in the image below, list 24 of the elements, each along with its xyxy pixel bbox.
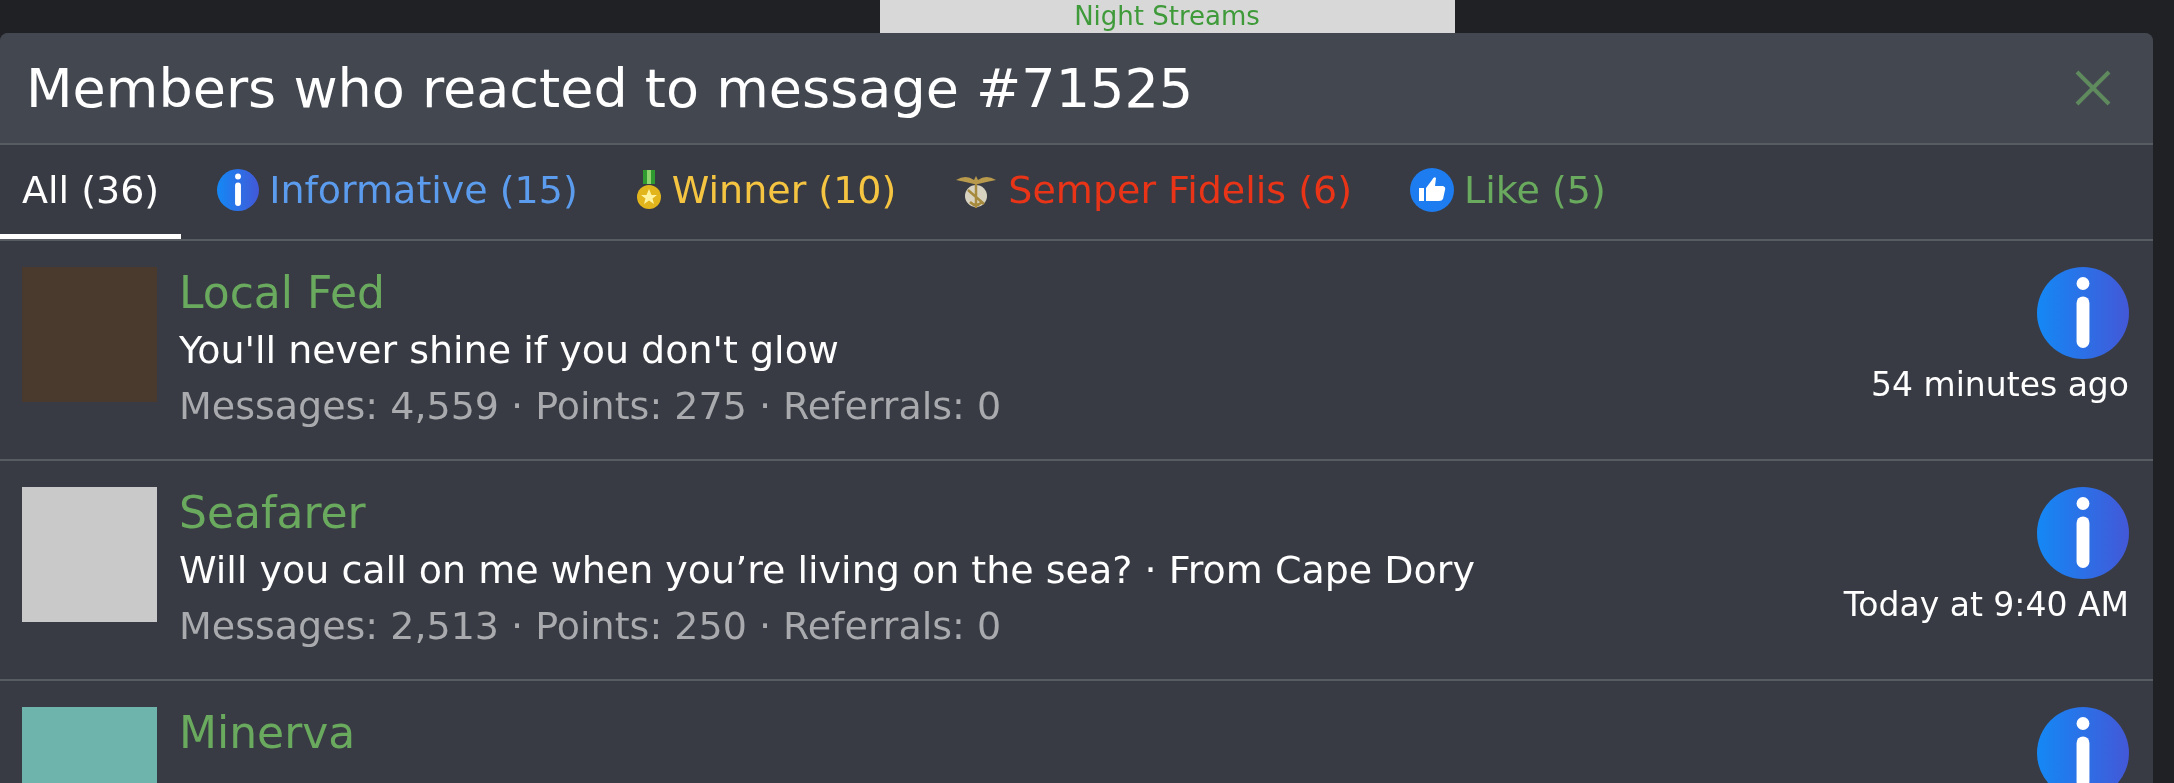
member-name-link[interactable]: Minerva — [179, 707, 356, 759]
reaction-time: Today at 9:40 AM — [1843, 585, 2129, 624]
dialog-title: Members who reacted to message #71525 — [26, 56, 1194, 120]
member-name-link[interactable]: Seafarer — [179, 487, 366, 539]
reaction-tab[interactable]: Like (5) — [1388, 145, 1628, 239]
reaction-tab[interactable]: Winner (10) — [613, 145, 919, 239]
member-title: You'll never shine if you don't glow — [179, 327, 840, 374]
info-icon — [2037, 487, 2129, 579]
reaction-tab[interactable]: Semper Fidelis (6) — [932, 145, 1375, 239]
close-button[interactable] — [2073, 68, 2113, 108]
reaction-tab[interactable]: All (36) — [0, 145, 182, 239]
reaction-time: 54 minutes ago — [1871, 365, 2129, 404]
info-icon — [2037, 267, 2129, 359]
medal-icon — [635, 169, 662, 210]
member-title: Will you call on me when you’re living on the sea? · From Cape Dory — [179, 547, 1476, 594]
member-stats: Messages: 2,513 · Points: 250 · Referrals: 0 — [179, 603, 1003, 650]
close-icon — [2073, 68, 2113, 108]
reaction-tab[interactable]: Informative (15) — [195, 145, 600, 239]
thumbs-up-icon — [1410, 167, 1455, 212]
background-banner-title: Night Streams — [879, 0, 1455, 33]
info-icon — [2037, 707, 2129, 783]
member-name-link[interactable]: Local Fed — [179, 267, 385, 319]
member-stats: Messages: 4,559 · Points: 275 · Referrals: 0 — [179, 383, 1003, 430]
info-icon — [217, 168, 260, 211]
